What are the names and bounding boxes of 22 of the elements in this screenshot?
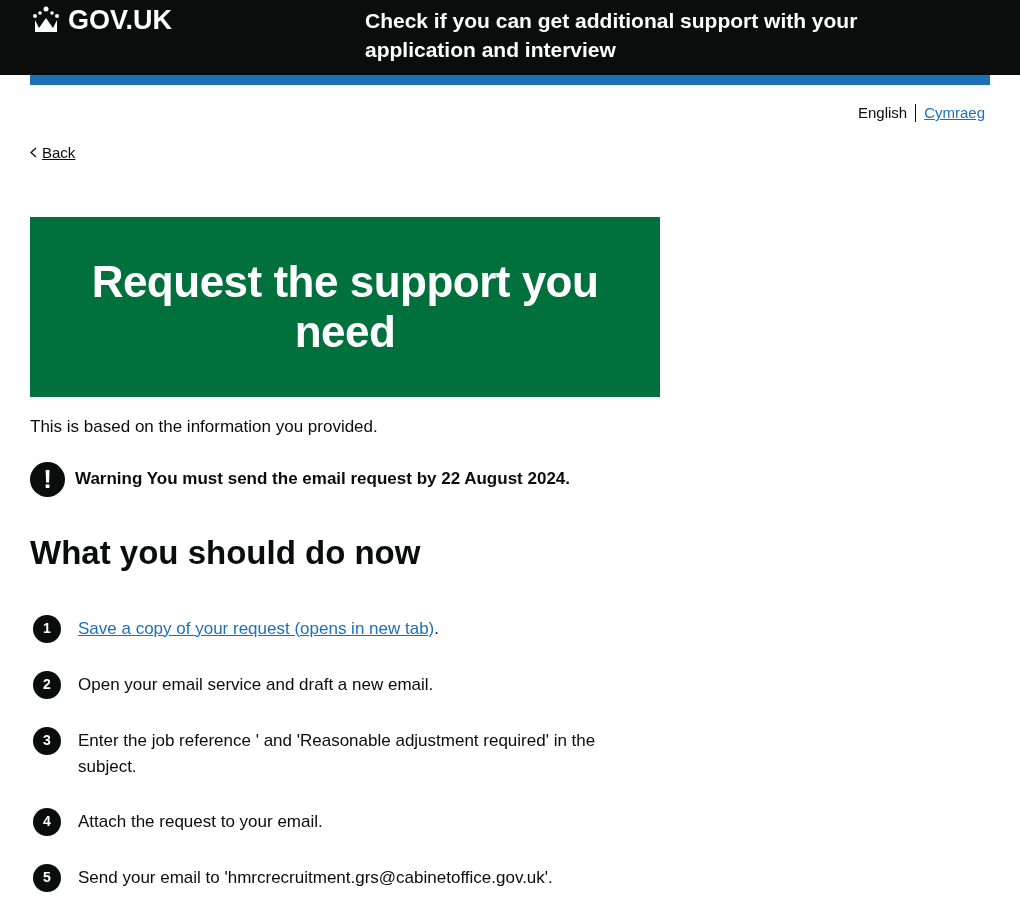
step-number: 3 xyxy=(33,726,61,755)
step-number: 2 xyxy=(33,670,61,699)
step-number: 4 xyxy=(33,807,61,836)
section-heading: What you should do now xyxy=(30,532,422,573)
service-name-link[interactable]: Check if you can get additional support with your application and interview xyxy=(365,0,905,75)
warning-icon: ! xyxy=(30,461,65,497)
logo-link[interactable]: GOV.UK xyxy=(68,4,173,36)
step-text: Send your email to 'hmrcrecruitment.grs@cabinetoffice.gov.uk'. xyxy=(78,866,553,889)
chevron-left-icon xyxy=(30,147,37,159)
step-text: Open your email service and draft a new email. xyxy=(78,673,434,696)
language-link[interactable]: Cymraeg xyxy=(924,102,985,125)
step-text: Enter the job reference ' and 'Reasonable adjustment required' in the subject. xyxy=(78,729,597,778)
warning-text: Warning You must send the email request by 22 August 2024. xyxy=(75,468,570,491)
step-number: 1 xyxy=(33,614,61,643)
panel-title: Request the support you need xyxy=(90,257,600,357)
save-request-link[interactable]: Save a copy of your request (opens in new tab) xyxy=(78,618,435,638)
step-number: 5 xyxy=(33,863,61,892)
step-text: Attach the request to your email. xyxy=(78,810,323,833)
back-link[interactable]: Back xyxy=(42,141,76,164)
intro-text: This is based on the information you provided. xyxy=(30,416,379,438)
current-language: English xyxy=(857,103,908,123)
step-text: Save a copy of your request (opens in new tab). xyxy=(78,617,439,640)
